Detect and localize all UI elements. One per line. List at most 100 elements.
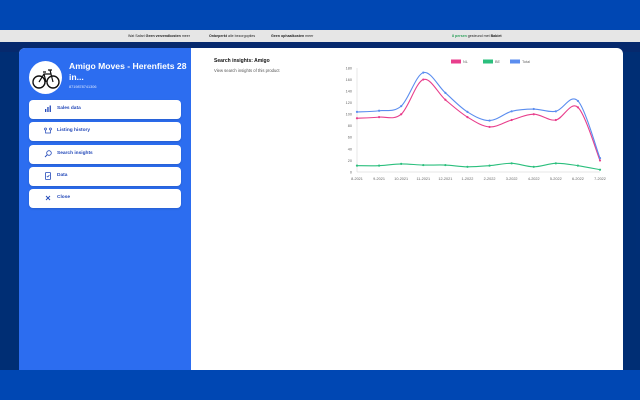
data-icon xyxy=(45,172,51,180)
data-point-total xyxy=(598,157,602,160)
modal-sidebar: Amigo Moves - Herenfiets 28 in... 871987… xyxy=(19,48,191,370)
y-tick-label: 80 xyxy=(348,124,352,128)
x-tick-label: 4-2022 xyxy=(528,177,540,181)
usp-right-mid: gesteund met xyxy=(467,33,490,38)
data-point-be xyxy=(554,162,557,165)
y-tick-label: 120 xyxy=(346,101,352,105)
usp-item: Geen ophaalkosten meer xyxy=(271,34,313,38)
listing-history-button[interactable]: Listing history xyxy=(29,122,181,141)
usp-suffix: meer xyxy=(181,33,191,38)
y-tick-label: 20 xyxy=(348,159,352,163)
legend-label: BE xyxy=(495,60,501,64)
data-point-nl xyxy=(444,98,447,101)
x-tick-label: 5-2022 xyxy=(550,177,562,181)
data-point-be xyxy=(532,165,535,168)
data-point-be xyxy=(598,168,602,171)
x-tick-label: 7-2022 xyxy=(594,177,606,181)
x-tick-label: 1-2022 xyxy=(462,177,474,181)
x-tick-label: 11-2021 xyxy=(416,177,430,181)
listing-history-label: Listing history xyxy=(57,128,91,133)
data-point-nl xyxy=(510,118,513,122)
usp-right-brand: Babiet xyxy=(490,33,502,38)
legend-label: NL xyxy=(463,60,468,64)
series-line-total xyxy=(356,72,601,159)
data-point-be xyxy=(422,163,425,167)
product-ean: 8719878741306 xyxy=(69,85,97,89)
x-tick-label: 2-2022 xyxy=(484,177,496,181)
x-tick-label: 9-2021 xyxy=(373,177,385,181)
search-insights-chart: 0 20 40 60 80 100 120 140 160 180 8-2021 9-2021 10-2… xyxy=(346,59,606,181)
data-point-nl xyxy=(532,113,535,116)
search-icon xyxy=(44,150,52,158)
data-point-nl xyxy=(466,116,469,119)
y-tick-label: 0 xyxy=(350,170,352,174)
usp-suffix: meer xyxy=(305,33,314,38)
data-point-total xyxy=(400,105,403,108)
close-label: Close xyxy=(57,195,71,200)
data-point-nl xyxy=(400,113,403,116)
data-point-total xyxy=(576,99,580,103)
close-button[interactable]: Close xyxy=(29,189,181,208)
data-point-total xyxy=(355,110,359,114)
y-tick-label: 60 xyxy=(348,136,352,140)
data-point-nl xyxy=(576,106,580,109)
data-point-total xyxy=(466,110,469,114)
data-point-be xyxy=(488,164,491,167)
data-point-total xyxy=(510,110,513,113)
data-point-be xyxy=(576,164,580,167)
data-point-be xyxy=(444,163,447,167)
legend-label: Total xyxy=(522,60,530,64)
data-point-be xyxy=(377,164,381,167)
bar-chart-icon xyxy=(45,105,51,112)
usp-item: Onbeperkt alle bezorgopties xyxy=(209,34,255,38)
usp-right-prefix: 8 persen xyxy=(452,33,467,38)
data-point-be xyxy=(510,162,513,165)
x-tick-label: 12-2021 xyxy=(438,177,452,181)
history-icon xyxy=(44,127,52,134)
sales-data-button[interactable]: Sales data xyxy=(29,100,181,119)
data-point-nl xyxy=(598,159,602,162)
usp-item: Wat Safari Geen verzendkosten meer xyxy=(128,34,190,38)
insights-title: Search insights: Amigo xyxy=(214,58,270,64)
legend-swatch xyxy=(510,59,520,64)
data-label: Data xyxy=(57,173,68,178)
data-point-total xyxy=(532,107,535,111)
usp-bold: Onbeperkt xyxy=(209,33,227,38)
series-line-be xyxy=(356,162,601,171)
search-insights-label: Search insights xyxy=(57,151,93,156)
data-point-total xyxy=(554,110,557,113)
data-point-nl xyxy=(422,78,425,81)
data-point-nl xyxy=(355,117,359,120)
site-footer xyxy=(0,370,640,400)
x-tick-label: 3-2022 xyxy=(506,177,518,181)
y-tick-label: 40 xyxy=(348,147,352,151)
product-image xyxy=(29,61,62,94)
data-point-total xyxy=(422,71,425,74)
usp-bar: Wat Safari Geen verzendkosten meer Onbep… xyxy=(0,30,640,42)
y-tick-label: 140 xyxy=(346,90,352,94)
legend-swatch xyxy=(483,59,493,64)
site-header xyxy=(0,0,640,30)
data-point-total xyxy=(488,119,491,122)
insights-subtitle: View search insights of this product xyxy=(214,68,280,73)
close-icon xyxy=(45,195,51,201)
x-tick-label: 8-2021 xyxy=(351,177,363,181)
data-point-total xyxy=(444,91,447,94)
legend-swatch xyxy=(451,59,461,64)
y-tick-label: 180 xyxy=(346,66,352,70)
x-tick-label: 6-2022 xyxy=(572,177,584,181)
y-tick-label: 100 xyxy=(346,113,352,117)
data-point-nl xyxy=(377,116,381,119)
usp-right: 8 persen gesteund met Babiet xyxy=(452,34,502,38)
usp-bold: Geen ophaalkosten xyxy=(271,33,305,38)
data-point-be xyxy=(355,164,359,167)
data-button[interactable]: Data xyxy=(29,167,181,186)
usp-bold: Geen verzendkosten xyxy=(145,33,181,38)
search-insights-button[interactable]: Search insights xyxy=(29,145,181,164)
usp-prefix: Wat Safari xyxy=(128,33,145,38)
product-title: Amigo Moves - Herenfiets 28 in... xyxy=(69,61,187,82)
data-point-be xyxy=(466,165,469,168)
data-point-nl xyxy=(488,125,491,129)
series-line-nl xyxy=(356,78,601,161)
data-point-total xyxy=(377,109,381,112)
